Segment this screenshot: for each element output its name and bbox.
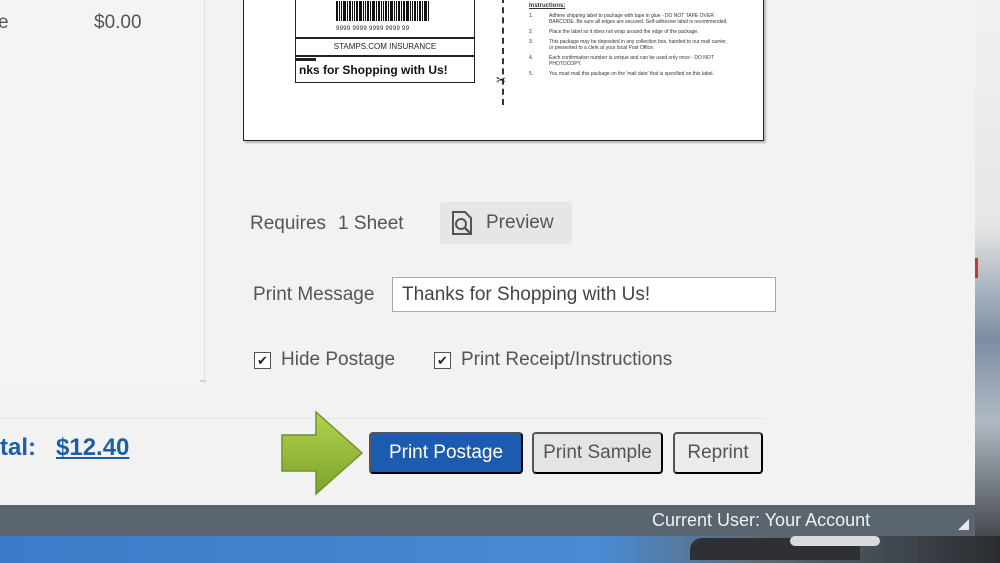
panel-divider <box>200 380 206 382</box>
status-bar: Current User: Your Account <box>0 505 975 536</box>
preview-button[interactable]: Preview <box>440 202 572 244</box>
preview-icon <box>452 211 472 235</box>
scissors-icon: ✂ <box>496 73 507 87</box>
requires-label: Requires <box>250 213 327 234</box>
print-sample-button[interactable]: Print Sample <box>532 432 663 474</box>
summary-panel: e $0.00 <box>0 0 205 385</box>
checkbox-check-icon[interactable]: ✔ <box>254 351 271 369</box>
print-message-label: Print Message <box>253 284 375 305</box>
cut-line <box>502 0 504 105</box>
sheet-count: 1 Sheet <box>338 213 404 234</box>
current-user-text: Current User: Your Account <box>652 510 871 530</box>
hide-postage-label: Hide Postage <box>281 349 396 370</box>
arrow-right-icon <box>281 410 364 496</box>
reprint-button[interactable]: Reprint <box>673 432 763 474</box>
print-postage-button[interactable]: Print Postage <box>369 432 523 474</box>
print-receipt-label: Print Receipt/Instructions <box>461 349 673 370</box>
total-amount-link[interactable]: $12.40 <box>56 434 129 461</box>
label-preview: 9999 9999 9999 9999 99 STAMPS.COM INSURA… <box>243 0 764 141</box>
insurance-text: STAMPS.COM INSURANCE <box>333 42 437 51</box>
print-window: e $0.00 9999 9999 9999 9999 99 STAMPS.CO… <box>0 0 975 536</box>
total-label: tal: <box>0 434 36 461</box>
summary-item-amount: $0.00 <box>94 12 142 33</box>
checkbox-check-icon[interactable]: ✔ <box>434 351 451 369</box>
desktop-background-bottom <box>0 536 1000 563</box>
instructions-title: Instructions: <box>529 3 566 9</box>
instruction-item: 1. Adhere shipping label to package with … <box>529 13 728 25</box>
summary-item-label: e <box>0 12 9 33</box>
barcode-number: 9999 9999 9999 9999 99 <box>336 26 410 32</box>
instruction-item: 2. Place the label so it does not wrap ar… <box>529 29 699 35</box>
print-message-input[interactable] <box>392 277 776 312</box>
label-message: nks for Shopping with Us! <box>299 63 448 77</box>
barcode <box>336 1 436 21</box>
print-receipt-checkbox[interactable]: ✔ Print Receipt/Instructions <box>434 349 672 371</box>
instruction-item: 5. You must mail this package on the 'mai… <box>529 71 714 77</box>
instruction-item: 3. This package may be deposited in any c… <box>529 39 727 51</box>
label-instructions: Instructions: 1. Adhere shipping label to… <box>529 3 729 81</box>
label-stub: 9999 9999 9999 9999 99 STAMPS.COM INSURA… <box>295 0 475 83</box>
preview-button-label: Preview <box>486 212 554 233</box>
footer-divider <box>0 418 765 419</box>
order-total: tal: $12.40 <box>0 434 129 462</box>
resize-grip-icon[interactable] <box>958 519 969 530</box>
sheet-requirement: Requires 1 Sheet <box>250 213 404 235</box>
hide-postage-checkbox[interactable]: ✔ Hide Postage <box>254 349 395 371</box>
instruction-item: 4. Each confirmation number is unique and… <box>529 55 714 67</box>
